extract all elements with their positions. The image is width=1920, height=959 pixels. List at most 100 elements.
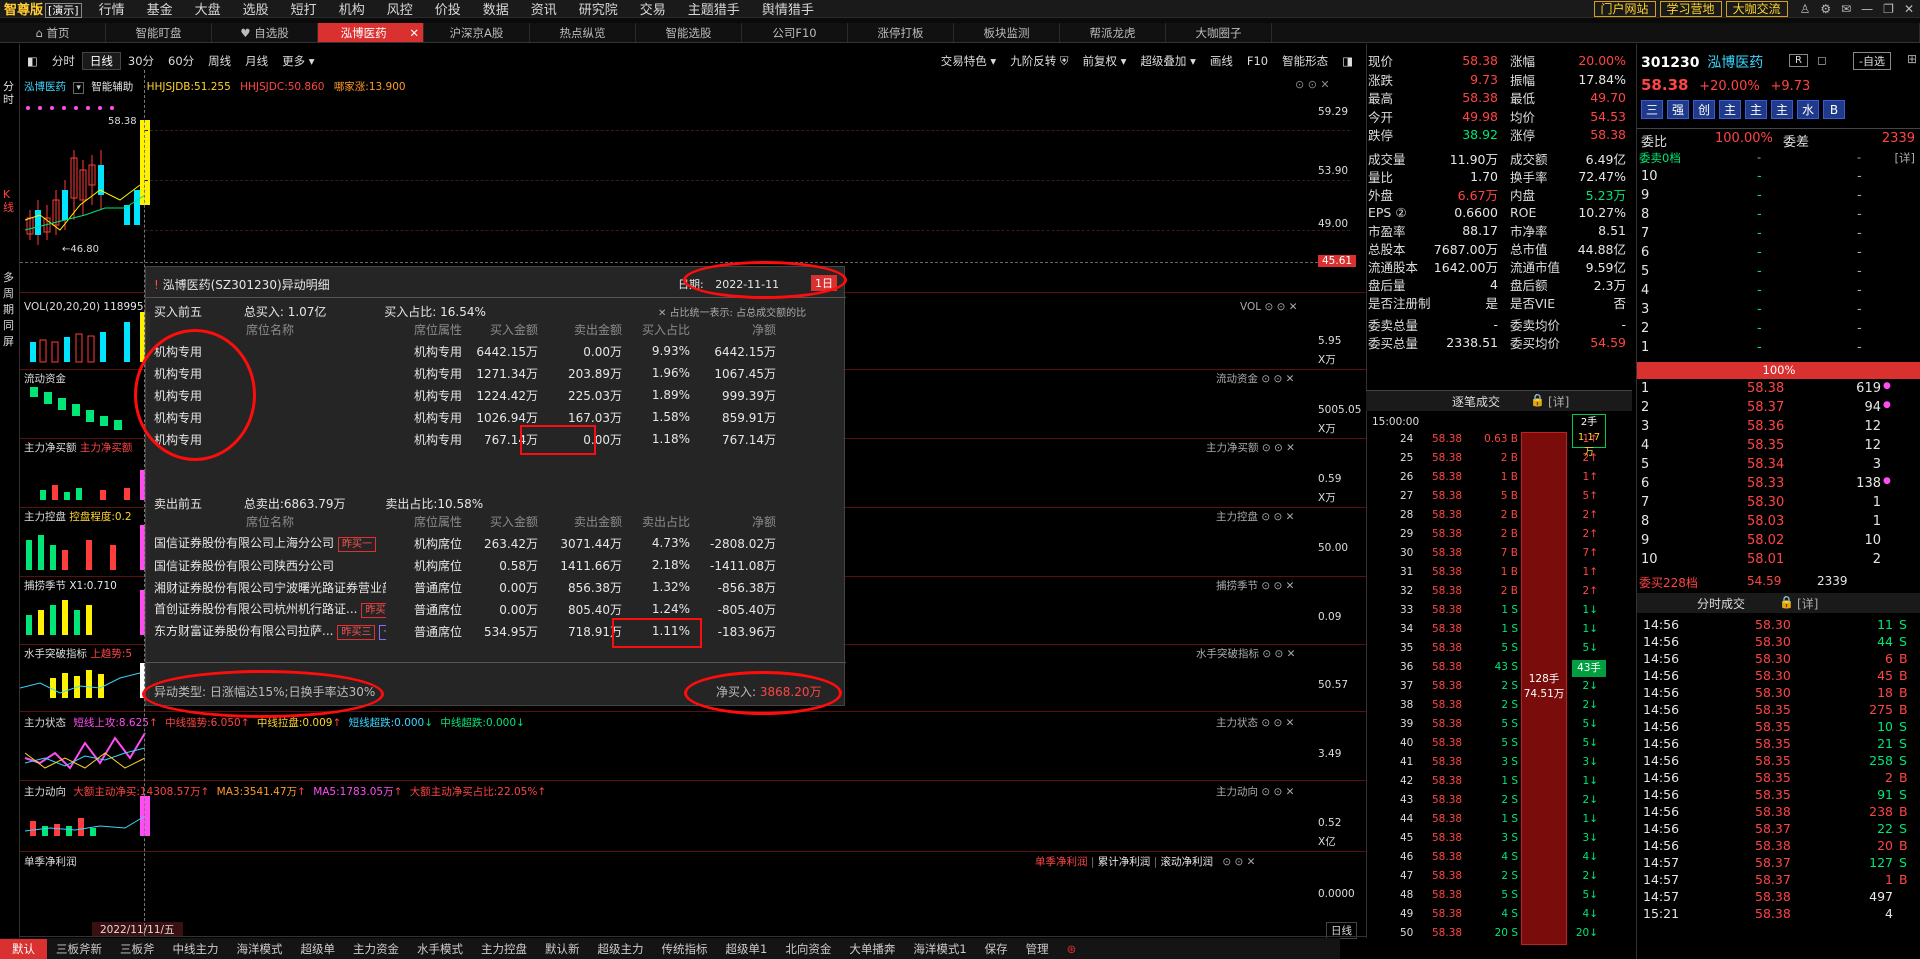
period-more[interactable]: 更多 ▾	[275, 53, 321, 69]
feature-badge[interactable]: B	[1823, 100, 1845, 119]
menu-value[interactable]: 价投	[424, 0, 472, 18]
template-tab[interactable]: 北向资金	[776, 941, 840, 957]
template-tab[interactable]: 海洋模式	[228, 941, 292, 957]
community-link[interactable]: 大咖交流	[1725, 0, 1788, 17]
table-row[interactable]: 国信证券股份有限公司陕西分公司 机构席位 0.58万 1411.66万 2.18% -1…	[154, 555, 844, 575]
period-weekly[interactable]: 周线	[201, 53, 238, 69]
sidebar-item-multi-period[interactable]: 多周期同屏	[3, 270, 17, 350]
buy-level-row[interactable]: 5 58.34 3	[1637, 457, 1920, 476]
tab-sector-monitor[interactable]: 板块监测	[954, 23, 1060, 42]
template-tab[interactable]: 水手模式	[408, 941, 472, 957]
trade-detail-link[interactable]: [详]	[1797, 595, 1818, 612]
tab-home[interactable]: ⌂ 首页	[0, 23, 106, 42]
menu-quotes[interactable]: 行情	[88, 0, 136, 18]
feature-badge[interactable]: 三	[1641, 100, 1663, 119]
more-icon[interactable]: ⊛	[1058, 942, 1086, 956]
adjust-dropdown[interactable]: 前复权 ▾	[1076, 53, 1134, 69]
period-monthly[interactable]: 月线	[238, 53, 275, 69]
feature-badge[interactable]: 主	[1745, 100, 1767, 119]
tab-smart-watch[interactable]: 智能盯盘	[106, 23, 212, 42]
settings-icon[interactable]: ⚙	[1820, 2, 1831, 16]
template-tab[interactable]: 中线主力	[164, 941, 228, 957]
menu-market[interactable]: 大盘	[184, 0, 232, 18]
sidebar-item-kline[interactable]: K线	[3, 188, 17, 214]
portal-link[interactable]: 门户网站	[1593, 0, 1656, 17]
overlay-dropdown[interactable]: 超级叠加 ▾	[1133, 53, 1202, 69]
sell-level-row[interactable]: 5 - -	[1637, 264, 1920, 283]
table-row[interactable]: 首创证券股份有限公司杭州机行路证...昨买二 普通席位0.00万805.40万1…	[154, 599, 844, 619]
buy-level-row[interactable]: 7 58.30 1	[1637, 495, 1920, 514]
sell-level-row[interactable]: 3 - -	[1637, 302, 1920, 321]
feature-badge[interactable]: 主	[1719, 100, 1741, 119]
buy-level-row[interactable]: 3 58.36 12	[1637, 419, 1920, 438]
buy-level-row[interactable]: 8 58.03 1	[1637, 514, 1920, 533]
buy-level-row[interactable]: 2 58.37 94 ●	[1637, 400, 1920, 419]
template-tab[interactable]: 超级单1	[717, 941, 777, 957]
template-tab[interactable]: 默认新	[536, 941, 589, 957]
template-tab[interactable]: 海洋模式1	[904, 941, 975, 957]
tab-rolling-profit[interactable]: 滚动净利润	[1160, 856, 1213, 868]
menu-stock-pick[interactable]: 选股	[232, 0, 280, 18]
tick-detail-link[interactable]: [详]	[1548, 393, 1569, 410]
bell-icon[interactable]: ◻	[1817, 53, 1827, 67]
sell-level-row[interactable]: 10 - -	[1637, 169, 1920, 188]
feature-badge[interactable]: 创	[1693, 100, 1715, 119]
feature-badge[interactable]: 水	[1797, 100, 1819, 119]
sell-level-row[interactable]: 1 - -	[1637, 340, 1920, 359]
expand-icon[interactable]: ⊞	[1907, 52, 1917, 66]
menu-data[interactable]: 数据	[472, 0, 520, 18]
template-tab[interactable]: 传统指标	[653, 941, 717, 957]
lock-icon[interactable]: 🔒	[1530, 393, 1545, 407]
tab-quarter-profit[interactable]: 单季净利润	[1035, 856, 1088, 868]
tab-smart-pick[interactable]: 智能选股	[636, 23, 742, 42]
message-icon[interactable]: ✉	[1841, 2, 1851, 16]
template-tab[interactable]: 管理	[1017, 941, 1058, 957]
tab-hot[interactable]: 热点纵览	[530, 23, 636, 42]
sell-level-row[interactable]: 8 - -	[1637, 207, 1920, 226]
menu-sentiment-hunter[interactable]: 舆情猎手	[751, 0, 825, 18]
template-tab[interactable]: 超级单	[292, 941, 345, 957]
buy-level-row[interactable]: 9 58.02 10	[1637, 533, 1920, 552]
minimize-icon[interactable]: —	[1861, 2, 1873, 16]
close-icon[interactable]: ✕	[658, 308, 670, 319]
tab-stock[interactable]: 泓博医药 ✕	[318, 23, 424, 42]
table-row[interactable]: 机构专用 机构专用 767.14万 0.00万 1.18% 767.14万	[154, 429, 844, 449]
f10-button[interactable]: F10	[1240, 54, 1275, 68]
trade-feature-dropdown[interactable]: 交易特色 ▾	[934, 53, 1003, 69]
buy-level-row[interactable]: 4 58.35 12	[1637, 438, 1920, 457]
buy-level-row[interactable]: 1 58.38 619 ●	[1637, 381, 1920, 400]
add-watchlist-button[interactable]: -自选	[1853, 52, 1891, 70]
period-30min[interactable]: 30分	[121, 53, 161, 69]
template-tab[interactable]: 主力资金	[344, 941, 408, 957]
menu-news[interactable]: 资讯	[520, 0, 568, 18]
menu-short[interactable]: 短打	[280, 0, 328, 18]
table-row[interactable]: 机构专用 机构专用 1271.34万 203.89万 1.96% 1067.45万	[154, 363, 844, 383]
tab-dragon-tiger[interactable]: 帮派龙虎	[1060, 23, 1166, 42]
table-row[interactable]: 湘财证券股份有限公司宁波曙光路证券营业部 普通席位 0.00万 856.38万 1.3…	[154, 577, 844, 597]
menu-risk[interactable]: 风控	[376, 0, 424, 18]
tab-a-shares[interactable]: 沪深京A股	[424, 23, 530, 42]
restore-icon[interactable]: ❐	[1883, 2, 1894, 16]
nine-reversal-button[interactable]: 九阶反转 ⛨	[1003, 53, 1075, 69]
template-tab[interactable]: 超级主力	[589, 941, 653, 957]
tab-f10[interactable]: 公司F10	[742, 23, 848, 42]
menu-trade[interactable]: 交易	[629, 0, 677, 18]
menu-institution[interactable]: 机构	[328, 0, 376, 18]
buy-level-row[interactable]: 6 58.33 138 ●	[1637, 476, 1920, 495]
feature-badge[interactable]: 主	[1771, 100, 1793, 119]
table-row[interactable]: 机构专用 机构专用 6442.15万 0.00万 9.93% 6442.15万	[154, 341, 844, 361]
tab-watchlist[interactable]: ♥ 自选股	[212, 23, 318, 42]
draw-line-button[interactable]: 画线	[1203, 53, 1240, 69]
tab-cumulative-profit[interactable]: 累计净利润	[1098, 856, 1151, 868]
template-tab[interactable]: 主力控盘	[472, 941, 536, 957]
table-row[interactable]: 机构专用 机构专用 1224.42万 225.03万 1.89% 999.39万	[154, 385, 844, 405]
tab-expert-circle[interactable]: 大咖圈子	[1166, 23, 1272, 42]
template-tab[interactable]: 保存	[976, 941, 1017, 957]
layout-icon[interactable]: ◧	[20, 54, 45, 68]
period-daily[interactable]: 日线	[81, 52, 121, 70]
template-tab[interactable]: 默认	[0, 938, 47, 959]
table-row[interactable]: 国信证券股份有限公司上海分公司 昨买一 机构席位 263.42万 3071.44万 4.…	[154, 533, 844, 553]
table-row[interactable]: 东方财富证券股份有限公司拉萨...昨买三一线 普通席位534.95万718.91…	[154, 621, 844, 641]
user-icon[interactable]: ♙	[1800, 2, 1811, 16]
template-tab[interactable]: 三板斧新	[47, 941, 111, 957]
